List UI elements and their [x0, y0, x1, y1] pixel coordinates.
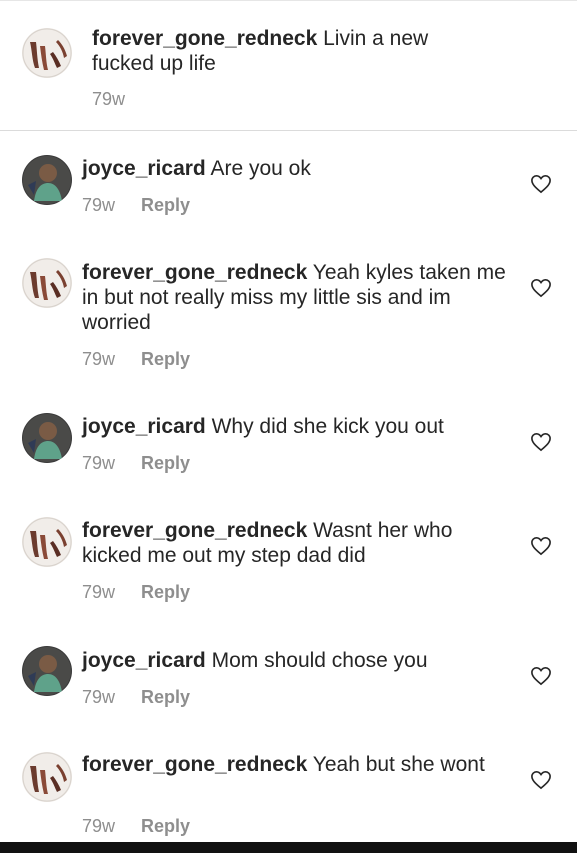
- comment-text-block: joyce_ricard Mom should chose you: [82, 648, 512, 673]
- avatar-joyce-ricard[interactable]: [22, 413, 72, 463]
- comment-username[interactable]: joyce_ricard: [82, 415, 206, 438]
- heart-outline-icon[interactable]: [530, 174, 552, 194]
- comment-username[interactable]: forever_gone_redneck: [82, 261, 307, 284]
- avatar-forever-gone-redneck[interactable]: [22, 517, 72, 567]
- comment-meta: 79w Reply: [82, 348, 190, 370]
- comment-time: 79w: [82, 582, 116, 602]
- avatar-forever-gone-redneck[interactable]: [22, 28, 72, 78]
- reply-button[interactable]: Reply: [141, 195, 190, 215]
- caption-divider: [0, 130, 577, 131]
- heart-outline-icon[interactable]: [530, 432, 552, 452]
- bottom-edge-bar: [0, 842, 577, 853]
- comment-time: 79w: [82, 349, 116, 369]
- comment-username[interactable]: forever_gone_redneck: [82, 519, 307, 542]
- comment-time: 79w: [82, 453, 116, 473]
- heart-outline-icon[interactable]: [530, 278, 552, 298]
- caption-meta: 79w: [92, 88, 125, 110]
- avatar-joyce-ricard[interactable]: [22, 646, 72, 696]
- comment-username[interactable]: joyce_ricard: [82, 649, 206, 672]
- comment-meta: 79w Reply: [82, 194, 190, 216]
- heart-outline-icon[interactable]: [530, 536, 552, 556]
- reply-button[interactable]: Reply: [141, 816, 190, 836]
- comment-text-block: forever_gone_redneck Yeah but she wont: [82, 752, 512, 777]
- comment-meta: 79w Reply: [82, 581, 190, 603]
- heart-outline-icon[interactable]: [530, 666, 552, 686]
- comment-username[interactable]: forever_gone_redneck: [82, 753, 307, 776]
- comment-time: 79w: [82, 816, 116, 836]
- comment-text: Are you ok: [210, 157, 311, 180]
- comment-meta: 79w Reply: [82, 452, 190, 474]
- comment-text: Yeah but she wont: [312, 753, 485, 776]
- comment-meta: 79w Reply: [82, 815, 190, 837]
- caption-time: 79w: [92, 89, 126, 109]
- caption-username[interactable]: forever_gone_redneck: [92, 27, 317, 50]
- reply-button[interactable]: Reply: [141, 582, 190, 602]
- comment-time: 79w: [82, 195, 116, 215]
- avatar-joyce-ricard[interactable]: [22, 155, 72, 205]
- comment-text: Why did she kick you out: [211, 415, 444, 438]
- comment-text-block: joyce_ricard Are you ok: [82, 156, 512, 181]
- heart-outline-icon[interactable]: [530, 770, 552, 790]
- comment-text: Mom should chose you: [211, 649, 428, 672]
- comment-text-block: forever_gone_redneck Yeah kyles taken me…: [82, 260, 512, 335]
- reply-button[interactable]: Reply: [141, 453, 190, 473]
- reply-button[interactable]: Reply: [141, 687, 190, 707]
- post-caption: forever_gone_redneck Livin a new fucked …: [0, 0, 577, 130]
- avatar-forever-gone-redneck[interactable]: [22, 752, 72, 802]
- comment-text-block: forever_gone_redneck Wasnt her who kicke…: [82, 518, 512, 568]
- comment-text-block: joyce_ricard Why did she kick you out: [82, 414, 512, 439]
- reply-button[interactable]: Reply: [141, 349, 190, 369]
- comment-meta: 79w Reply: [82, 686, 190, 708]
- comment-time: 79w: [82, 687, 116, 707]
- avatar-forever-gone-redneck[interactable]: [22, 258, 72, 308]
- caption-text-block: forever_gone_redneck Livin a new fucked …: [92, 26, 492, 76]
- comment-username[interactable]: joyce_ricard: [82, 157, 206, 180]
